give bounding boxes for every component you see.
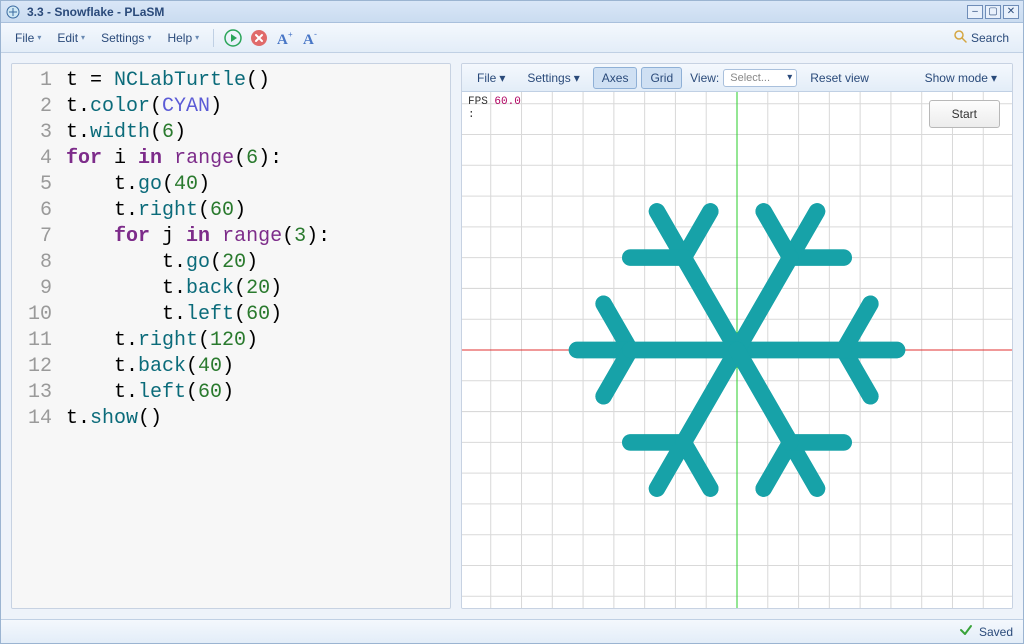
chevron-down-icon: ▾ xyxy=(574,71,580,85)
viewport-toolbar: File▾ Settings▾ Axes Grid View: Select..… xyxy=(462,64,1012,92)
svg-text:A: A xyxy=(277,32,288,47)
view-select[interactable]: Select... xyxy=(723,69,797,87)
svg-text:A: A xyxy=(303,32,314,47)
menu-label: Settings xyxy=(527,71,570,85)
select-placeholder: Select... xyxy=(730,72,770,84)
search-label: Search xyxy=(971,31,1009,45)
toggle-label: Grid xyxy=(650,71,673,85)
minimize-button[interactable]: – xyxy=(967,5,983,19)
chevron-down-icon: ▾ xyxy=(147,33,151,42)
settings-menu[interactable]: Settings▾ xyxy=(95,27,157,49)
saved-label: Saved xyxy=(979,625,1013,639)
editor-pane: 1 2 3 4 5 6 7 8 9 10 11 12 13 14 t = NCL… xyxy=(11,63,451,609)
menu-label: Edit xyxy=(57,31,78,45)
line-number-gutter: 1 2 3 4 5 6 7 8 9 10 11 12 13 14 xyxy=(12,68,60,604)
font-decrease-button[interactable]: A- xyxy=(300,27,322,49)
chevron-down-icon: ▾ xyxy=(991,71,997,85)
window-controls: – ▢ ✕ xyxy=(967,5,1019,19)
app-icon xyxy=(5,4,21,20)
chevron-down-icon: ▾ xyxy=(499,71,505,85)
svg-text:+: + xyxy=(288,30,293,39)
titlebar: 3.3 - Snowflake - PLaSM – ▢ ✕ xyxy=(1,1,1023,23)
menu-label: Help xyxy=(167,31,192,45)
window-title: 3.3 - Snowflake - PLaSM xyxy=(27,5,967,19)
viewport-pane: File▾ Settings▾ Axes Grid View: Select..… xyxy=(461,63,1013,609)
axes-toggle[interactable]: Axes xyxy=(593,67,638,89)
start-button[interactable]: Start xyxy=(929,100,1000,128)
code-editor[interactable]: 1 2 3 4 5 6 7 8 9 10 11 12 13 14 t = NCL… xyxy=(12,64,450,608)
viewport-canvas[interactable]: FPS 60.0 : Start xyxy=(462,92,1012,608)
fps-counter: FPS 60.0 : xyxy=(468,96,521,122)
menu-label: File xyxy=(477,71,496,85)
stop-button[interactable] xyxy=(248,27,270,49)
toolbar-separator xyxy=(213,29,214,47)
search-button[interactable]: Search xyxy=(947,27,1015,48)
viewport-settings-menu[interactable]: Settings ▾ xyxy=(518,67,588,89)
viewport-file-menu[interactable]: File▾ xyxy=(468,67,514,89)
run-button[interactable] xyxy=(222,27,244,49)
help-menu[interactable]: Help▾ xyxy=(161,27,205,49)
statusbar: Saved xyxy=(1,619,1023,643)
show-mode-menu[interactable]: Show mode▾ xyxy=(916,67,1006,89)
chevron-down-icon: ▾ xyxy=(81,33,85,42)
font-increase-button[interactable]: A+ xyxy=(274,27,296,49)
button-label: Reset view xyxy=(810,71,869,85)
menu-label: File xyxy=(15,31,34,45)
menu-label: Show mode xyxy=(925,71,988,85)
menu-label: Settings xyxy=(101,31,144,45)
chevron-down-icon: ▾ xyxy=(37,33,41,42)
main-menubar: File▾ Edit▾ Settings▾ Help▾ A+ A- Search xyxy=(1,23,1023,53)
main-area: 1 2 3 4 5 6 7 8 9 10 11 12 13 14 t = NCL… xyxy=(1,53,1023,619)
saved-icon xyxy=(959,623,973,640)
grid-toggle[interactable]: Grid xyxy=(641,67,682,89)
edit-menu[interactable]: Edit▾ xyxy=(51,27,91,49)
chevron-down-icon: ▾ xyxy=(195,33,199,42)
close-button[interactable]: ✕ xyxy=(1003,5,1019,19)
maximize-button[interactable]: ▢ xyxy=(985,5,1001,19)
fps-extra: : xyxy=(468,109,475,121)
toggle-label: Axes xyxy=(602,71,629,85)
file-menu[interactable]: File▾ xyxy=(9,27,47,49)
view-label: View: xyxy=(690,71,719,85)
code-content[interactable]: t = NCLabTurtle() t.color(CYAN) t.width(… xyxy=(60,68,330,604)
fps-value: 60.0 xyxy=(494,96,520,108)
svg-text:-: - xyxy=(314,29,317,39)
reset-view-button[interactable]: Reset view xyxy=(801,67,878,89)
fps-label: FPS xyxy=(468,96,488,108)
search-icon xyxy=(953,29,967,46)
viewport-svg xyxy=(462,92,1012,608)
